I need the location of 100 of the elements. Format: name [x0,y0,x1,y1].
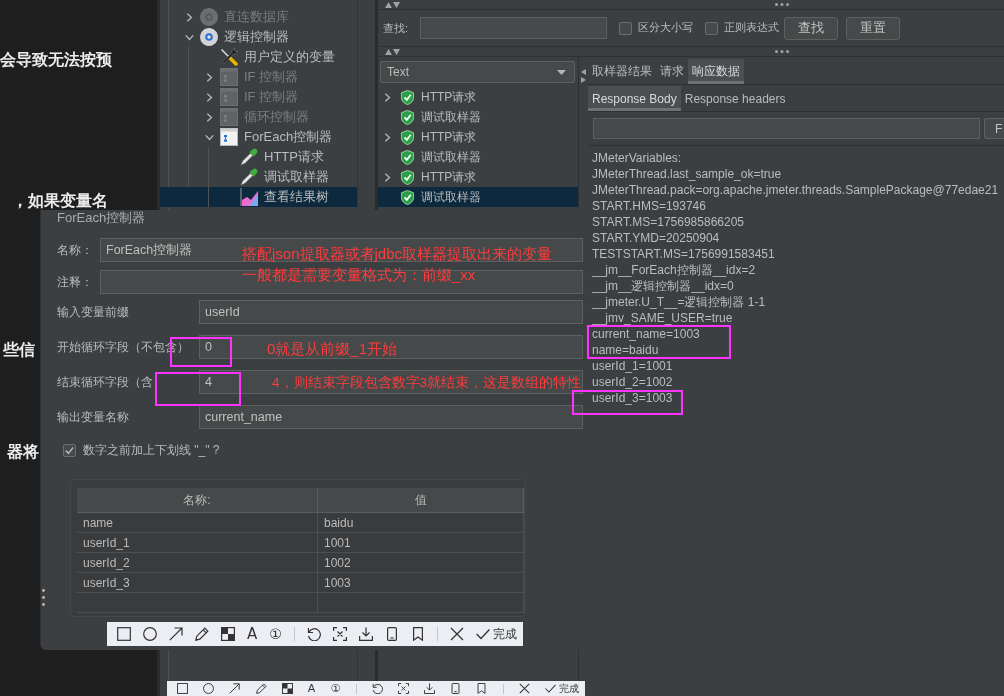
text-tool-button[interactable]: A [307,682,316,695]
annotation-text: 4，则结束字段包含数字3就结束，这是数组的特性 [272,376,582,390]
table-cell: userId_1 [77,533,318,553]
tab[interactable]: 取样器结果 [588,59,656,84]
grip-icon[interactable] [42,589,45,606]
renderer-dropdown[interactable]: Text [380,61,575,83]
pipette-icon [240,168,258,186]
controller-icon [220,88,238,106]
search-field[interactable] [420,17,608,39]
arrow-tool-icon[interactable] [229,683,241,694]
done-button[interactable]: 完成 [545,681,579,696]
chevron-down-icon[interactable] [185,32,194,42]
sample-result-item[interactable]: 调试取样器 [378,107,578,127]
checkbox[interactable] [619,21,633,35]
response-line: START.YMD=20250904 [592,230,720,246]
collapse-expand-arrows-icon[interactable] [385,1,400,8]
tree-item[interactable]: 查看结果树 [160,187,357,207]
close-icon[interactable] [449,627,464,641]
tree-item[interactable]: HTTP请求 [160,147,357,167]
close-icon[interactable] [518,683,530,694]
gear-icon [200,8,218,26]
number-tool-button[interactable]: ① [330,682,341,695]
tree-item[interactable]: 逻辑控制器 [160,27,357,47]
checkbox[interactable] [705,21,719,35]
tab[interactable]: 请求 [656,59,688,84]
rectangle-tool-icon[interactable] [117,627,131,641]
undo-icon[interactable] [371,683,383,694]
field-label: 注释： [57,274,93,289]
tab[interactable]: Response Body [588,86,681,111]
table-cell: userId_3 [77,573,318,593]
chevron-right-icon[interactable] [383,172,392,182]
response-line: TESTSTART.MS=1756991583451 [592,246,775,262]
bookmark-icon[interactable] [410,627,425,641]
checkbox-label: 数字之前加上下划线 "_" ? [83,441,220,459]
check-icon [545,683,556,694]
response-line: JMeterThread.pack=org.apache.jmeter.threads.SamplePackage@77edae21 [592,182,999,198]
sample-result-item[interactable]: 调试取样器 [378,187,578,207]
tab[interactable]: 响应数据 [688,59,744,84]
field-label: 结束循环字段（含 [57,374,153,389]
checkbox[interactable] [63,443,76,457]
table-cell: 1003 [318,573,524,593]
table-cell: baidu [318,513,524,533]
sample-result-item[interactable]: 调试取样器 [378,147,578,167]
text-tool-button[interactable]: A [247,626,258,642]
reset-button[interactable]: 重置 [846,16,901,40]
response-line: userId_1=1001 [592,358,673,374]
done-button[interactable]: 完成 [475,625,517,643]
column-header: 值 [318,488,524,513]
controller-icon [220,108,238,126]
sample-result-item[interactable]: HTTP请求 [378,87,578,107]
scan-frame-icon[interactable] [332,627,347,641]
scan-frame-icon[interactable] [397,683,409,694]
ellipse-tool-icon[interactable] [143,627,157,641]
annotation-text: 搭配json提取器或者jdbc取样器提取出来的变量 [242,244,553,264]
splitter-grip-icon[interactable] [775,3,789,6]
undo-icon[interactable] [306,627,321,641]
find-button[interactable]: 查找 [784,16,839,40]
phone-icon[interactable] [450,683,462,694]
phone-icon[interactable] [384,627,399,641]
rectangle-tool-icon[interactable] [177,683,188,694]
caret-down-icon [557,69,566,75]
bookmark-icon[interactable] [476,683,488,694]
tree-item[interactable]: ForEach控制器 [160,127,357,147]
sample-result-item[interactable]: HTTP请求 [378,167,578,187]
search-field[interactable] [593,118,980,139]
ellipse-tool-icon[interactable] [203,683,215,694]
response-line: START.HMS=193746 [592,198,706,214]
mosaic-icon[interactable] [281,683,293,694]
sample-result-item[interactable]: HTTP请求 [378,127,578,147]
collapse-expand-arrows-icon[interactable] [385,48,400,55]
text-field[interactable]: current_name [199,405,583,429]
field-label: 名称： [57,242,93,257]
chevron-down-icon[interactable] [205,132,214,142]
tree-item[interactable]: 调试取样器 [160,167,357,187]
controller-icon [220,128,238,146]
pencil-icon[interactable] [195,627,209,641]
response-line: name=baidu [592,342,659,358]
download-icon[interactable] [358,627,373,641]
gear-icon [200,28,218,46]
chevron-right-icon[interactable] [383,132,392,142]
find-button[interactable]: F [984,118,1004,139]
splitter-grip-icon[interactable] [775,50,789,53]
article-text: 会导致无法按预 [0,50,112,70]
number-tool-button[interactable]: ① [269,626,282,642]
chevron-right-icon[interactable] [383,92,392,102]
annotation-text: 0就是从前缀_1开始 [267,339,398,359]
arrow-tool-icon[interactable] [169,627,183,641]
mosaic-icon[interactable] [221,627,235,641]
collapse-expand-arrows-icon[interactable] [581,69,586,83]
field-label: 输出变量名称 [57,409,129,424]
tab[interactable]: Response headers [680,86,790,111]
wrench-screwdriver-icon [220,48,238,66]
response-line: userId_2=1002 [592,374,673,390]
text-field[interactable]: userId [199,300,583,324]
tree-item[interactable]: 用户定义的变量 [160,47,357,67]
annotation-text: 一般都是需要变量格式为：前缀_xx [242,265,476,285]
search-label: 查找: [383,20,409,36]
pencil-icon[interactable] [255,683,267,694]
download-icon[interactable] [424,683,436,694]
response-line: JMeterVariables: [592,150,682,166]
